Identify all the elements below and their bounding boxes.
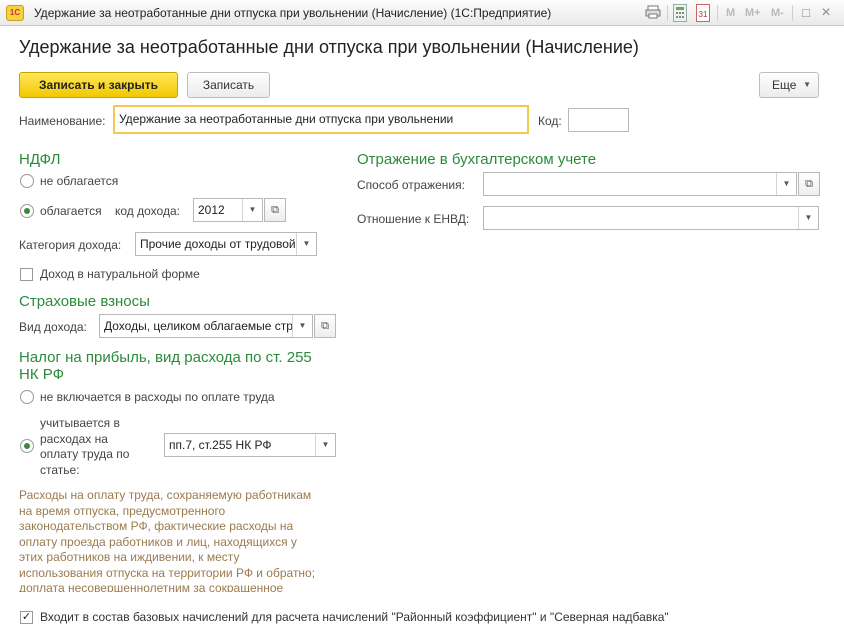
more-button-label: Еще	[772, 78, 797, 92]
description-line: использования отпуска на территории РФ и…	[19, 565, 316, 580]
profit-tax-not-included-radio[interactable]	[20, 390, 34, 404]
base-accruals-label: Входит в состав базовых начислений для р…	[40, 610, 669, 624]
profit-tax-included-label-line: расходах на	[40, 431, 108, 446]
toolbar-separator	[667, 5, 668, 21]
profit-tax-not-included-label: не включается в расходы по оплате труда	[40, 390, 275, 404]
income-type-select[interactable]: Доходы, целиком облагаемые страховыми вз…	[99, 314, 313, 338]
income-type-value: Доходы, целиком облагаемые страховыми вз…	[104, 319, 292, 333]
dropdown-arrow-icon[interactable]: ▼	[315, 434, 335, 456]
checkmark-icon: ✓	[21, 611, 32, 623]
close-icon[interactable]: ×	[818, 4, 834, 22]
ndfl-not-taxed-radio[interactable]	[20, 174, 34, 188]
description-line: законодательством РФ, фактические расход…	[19, 519, 294, 533]
income-category-select[interactable]: Прочие доходы от трудовой деятельности ▼	[135, 232, 317, 256]
save-button[interactable]: Записать	[187, 72, 270, 98]
expense-article-select[interactable]: пп.7, ст.255 НК РФ ▼	[164, 433, 336, 457]
accounting-heading: Отражение в бухгалтерском учете	[357, 151, 597, 168]
profit-tax-included-label-line: оплату труда по	[40, 447, 130, 461]
save-and-close-button[interactable]: Записать и закрыть	[19, 72, 178, 98]
code-label: Код:	[538, 114, 562, 128]
income-category-label: Категория дохода:	[19, 238, 122, 252]
dropdown-arrow-icon[interactable]: ▼	[296, 233, 316, 255]
income-category-value: Прочие доходы от трудовой деятельности	[140, 237, 296, 251]
memory-button-m-plus[interactable]: M+	[745, 4, 761, 22]
description-line: этих работников на иждивении, к месту	[19, 550, 240, 564]
window-titlebar: 1C Удержание за неотработанные дни отпус…	[0, 0, 844, 26]
income-type-label: Вид дохода:	[19, 320, 87, 334]
print-icon[interactable]	[645, 4, 661, 22]
dropdown-arrow-icon[interactable]: ▼	[776, 173, 796, 195]
description-line: доплата несовершеннолетним за сокращенно…	[19, 581, 284, 592]
chevron-down-icon: ▼	[803, 80, 811, 89]
app-logo-icon: 1C	[6, 5, 24, 21]
income-code-value: 2012	[198, 203, 225, 217]
ndfl-not-taxed-label: не облагается	[40, 174, 119, 188]
description-line: Расходы на оплату труда, сохраняемую раб…	[19, 488, 312, 502]
income-code-label: код дохода:	[115, 204, 180, 218]
toolbar-separator	[717, 5, 718, 21]
insurance-heading: Страховые взносы	[19, 293, 150, 310]
window-title: Удержание за неотработанные дни отпуска …	[34, 6, 552, 20]
open-icon[interactable]: ⧉	[314, 314, 336, 338]
dropdown-arrow-icon[interactable]: ▼	[798, 207, 818, 229]
name-field[interactable]: Удержание за неотработанные дни отпуска …	[113, 105, 529, 134]
maximize-icon[interactable]: □	[799, 4, 813, 22]
base-accruals-checkbox[interactable]: ✓	[20, 611, 33, 624]
memory-button-m[interactable]: M	[726, 4, 735, 22]
natural-income-checkbox[interactable]	[20, 268, 33, 281]
envd-relation-select[interactable]: ▼	[483, 206, 819, 230]
toolbar-separator	[792, 5, 793, 21]
ndfl-heading: НДФЛ	[19, 151, 61, 168]
posting-method-select[interactable]: ▼	[483, 172, 797, 196]
expense-article-value: пп.7, ст.255 НК РФ	[169, 438, 272, 452]
profit-tax-heading: Налог на прибыль, вид расхода по ст. 255	[19, 349, 312, 366]
profit-tax-included-label-line: статье:	[40, 462, 80, 477]
description-line: на время отпуска, предусмотренного	[19, 503, 226, 518]
ndfl-taxed-radio[interactable]	[20, 204, 34, 218]
natural-income-label: Доход в натуральной форме	[40, 267, 200, 281]
profit-tax-included-label: учитывается в расходах на оплату труда п…	[40, 416, 129, 478]
description-line: оплату проезда работников и лиц, находящ…	[19, 534, 297, 549]
envd-relation-label: Отношение к ЕНВД:	[357, 212, 470, 226]
ndfl-taxed-label: облагается	[40, 204, 102, 218]
more-menu-button[interactable]: Еще ▼	[759, 72, 819, 98]
calculator-icon[interactable]	[673, 4, 687, 22]
code-field[interactable]	[568, 108, 629, 132]
profit-tax-included-radio[interactable]	[20, 439, 34, 453]
dropdown-arrow-icon[interactable]: ▼	[242, 199, 262, 221]
open-icon[interactable]: ⧉	[798, 172, 820, 196]
name-label: Наименование:	[19, 114, 106, 128]
dropdown-arrow-icon[interactable]: ▼	[292, 315, 312, 337]
form-title: Удержание за неотработанные дни отпуска …	[19, 37, 639, 57]
income-code-select[interactable]: 2012 ▼	[193, 198, 263, 222]
open-icon[interactable]: ⧉	[264, 198, 286, 222]
posting-method-label: Способ отражения:	[357, 178, 465, 192]
profit-tax-included-label-line: учитывается в	[40, 416, 120, 430]
expense-article-description: Расходы на оплату труда, сохраняемую раб…	[19, 488, 341, 592]
calendar-icon[interactable]: 31	[696, 4, 710, 22]
profit-tax-heading-line2: НК РФ	[19, 366, 64, 383]
memory-button-m-minus[interactable]: M-	[771, 4, 784, 22]
